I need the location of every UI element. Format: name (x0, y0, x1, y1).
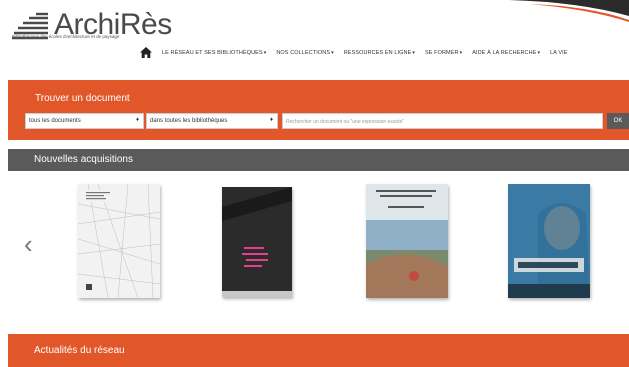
book-cover[interactable] (366, 184, 448, 298)
caret-down-icon: ▾ (331, 49, 334, 56)
nav-item-la-vie[interactable]: LA VIE (550, 50, 567, 56)
search-title: Trouver un document (35, 93, 130, 104)
carousel-prev-icon[interactable]: ‹ (24, 231, 33, 257)
nav-item-se-former[interactable]: SE FORMER▾ (425, 50, 462, 56)
doc-type-select[interactable]: tous les documents ♦ (25, 113, 144, 129)
header-swoosh (509, 0, 629, 22)
search-ok-button[interactable]: OK (607, 113, 629, 129)
nav-item-aide[interactable]: AIDE À LA RECHERCHE▾ (472, 50, 540, 56)
cover-photo-image (366, 184, 448, 298)
news-header: Actualités du réseau (8, 334, 629, 367)
logo-tagline: Bibliothèques des écoles d'architecture … (12, 34, 120, 39)
doc-type-value: tous les documents (29, 118, 81, 124)
nav-item-label: NOS COLLECTIONS (276, 49, 331, 56)
acquisitions-header: Nouvelles acquisitions (8, 149, 629, 171)
caret-down-icon: ▾ (537, 49, 541, 56)
chevron-down-icon: ♦ (135, 117, 139, 123)
chevron-down-icon: ♦ (269, 117, 273, 123)
caret-down-icon: ▾ (263, 49, 267, 56)
book-cover[interactable] (508, 184, 590, 298)
library-select[interactable]: dans toutes les bibliothèques ♦ (146, 113, 278, 129)
book-cover[interactable] (222, 187, 292, 297)
nav-item-label: AIDE À LA RECHERCHE (472, 49, 537, 56)
search-placeholder: Rechercher un document ou "une expressio… (286, 119, 405, 125)
site-header: ArchiRès Bibliothèques des écoles d'arch… (0, 0, 629, 80)
nav-item-label: LA VIE (550, 49, 568, 56)
nav-item-reseau[interactable]: LE RÉSEAU ET SES BIBLIOTHÈQUES▾ (162, 50, 266, 56)
map-pattern-image (78, 184, 160, 298)
home-icon[interactable] (140, 47, 152, 58)
cover-photo-image (508, 184, 590, 298)
search-panel: Trouver un document tous les documents ♦… (8, 80, 629, 140)
search-input[interactable]: Rechercher un document ou "une expressio… (282, 113, 603, 129)
book-cover[interactable] (78, 184, 160, 298)
nav-item-label: LE RÉSEAU ET SES BIBLIOTHÈQUES (162, 49, 263, 56)
nav-item-label: SE FORMER (424, 49, 459, 56)
acquisitions-title: Nouvelles acquisitions (34, 154, 133, 165)
nav-item-label: RESSOURCES EN LIGNE (343, 49, 412, 56)
news-title: Actualités du réseau (34, 345, 125, 356)
cover-art-image (222, 187, 292, 297)
nav-item-collections[interactable]: NOS COLLECTIONS▾ (276, 50, 333, 56)
caret-down-icon: ▾ (459, 49, 463, 56)
library-value: dans toutes les bibliothèques (150, 118, 228, 124)
acquisitions-carousel: ‹ (8, 171, 629, 331)
main-nav: LE RÉSEAU ET SES BIBLIOTHÈQUES▾ NOS COLL… (140, 47, 578, 58)
nav-item-ressources[interactable]: RESSOURCES EN LIGNE▾ (344, 50, 415, 56)
caret-down-icon: ▾ (412, 49, 415, 56)
spacer (8, 140, 629, 149)
